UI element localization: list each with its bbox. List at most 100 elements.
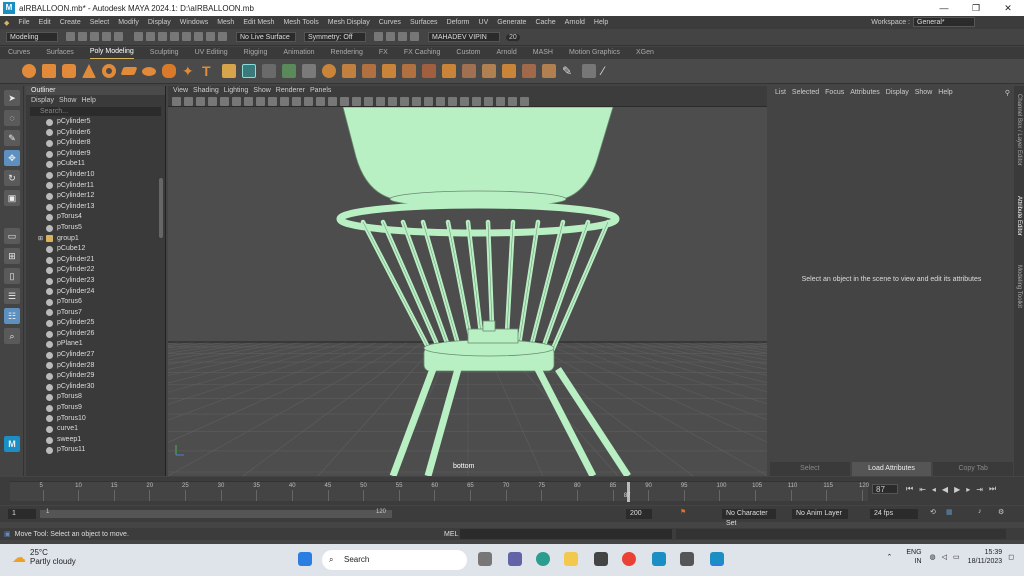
shelf-tab-poly-modeling[interactable]: Poly Modeling: [89, 46, 134, 60]
lasso-tool-icon[interactable]: ◌: [4, 110, 20, 126]
outliner-item[interactable]: pTorus6: [26, 297, 165, 308]
menu-mesh-tools[interactable]: Mesh Tools: [283, 19, 318, 26]
attr-menu-attributes[interactable]: Attributes: [850, 86, 880, 100]
render-settings-icon[interactable]: [398, 31, 407, 41]
shelf-fill-hole-icon[interactable]: [422, 64, 436, 78]
gamma-icon[interactable]: [508, 96, 517, 106]
menu-uv[interactable]: UV: [479, 19, 489, 26]
select-component-icon[interactable]: [158, 31, 167, 41]
outliner-item[interactable]: pCylinder23: [26, 276, 165, 287]
outliner-item[interactable]: ⊞ group1: [26, 234, 165, 245]
outliner-item[interactable]: pCube12: [26, 244, 165, 255]
language-indicator[interactable]: ENG IN: [906, 548, 921, 566]
shelf-cone-icon[interactable]: [82, 64, 96, 78]
play-backwards-icon[interactable]: ◀: [942, 485, 948, 494]
shadows-icon[interactable]: [376, 96, 385, 106]
grid-icon[interactable]: [220, 96, 229, 106]
outliner-layout-icon[interactable]: ☰: [4, 288, 20, 304]
fps-dropdown[interactable]: 24 fps: [870, 509, 918, 519]
edge-icon[interactable]: [536, 552, 550, 566]
select-button[interactable]: Select: [770, 462, 850, 476]
shelf-bridge-icon[interactable]: [402, 64, 416, 78]
field-chart-icon[interactable]: [268, 96, 277, 106]
viewport-menu-view[interactable]: View: [173, 86, 188, 96]
balloon-mesh[interactable]: [342, 107, 614, 208]
outliner-item[interactable]: pCylinder25: [26, 318, 165, 329]
paint-select-tool-icon[interactable]: ✎: [4, 130, 20, 146]
smooth-shade-icon[interactable]: [316, 96, 325, 106]
shelf-uv-icon[interactable]: [242, 64, 256, 78]
workspace-dropdown[interactable]: General*: [913, 17, 975, 27]
safe-action-icon[interactable]: [280, 96, 289, 106]
menu-arnold[interactable]: Arnold: [565, 19, 585, 26]
outliner-search-input[interactable]: Search...: [30, 107, 161, 116]
outliner-item[interactable]: pCylinder11: [26, 181, 165, 192]
pin-icon[interactable]: ⚲: [1005, 89, 1010, 97]
outliner-item[interactable]: pCylinder24: [26, 287, 165, 298]
single-perspective-layout-icon[interactable]: ▭: [4, 228, 20, 244]
character-set-dropdown[interactable]: No Character Set: [722, 509, 776, 527]
depth-of-field-icon[interactable]: [424, 96, 433, 106]
key-settings-icon[interactable]: ▦: [946, 508, 953, 516]
attr-menu-selected[interactable]: Selected: [792, 86, 819, 100]
tab-channel-box[interactable]: Channel Box / Layer Editor: [1016, 94, 1022, 166]
shelf-tab-motion-graphics[interactable]: Motion Graphics: [569, 47, 620, 59]
basket-ring-top[interactable]: [336, 201, 620, 237]
shelf-pencil-icon[interactable]: ✎: [562, 64, 576, 78]
select-hierarchy-icon[interactable]: [134, 31, 143, 41]
menu-select[interactable]: Select: [90, 19, 109, 26]
load-attributes-button[interactable]: Load Attributes: [851, 462, 932, 476]
file-explorer-icon[interactable]: [564, 552, 578, 566]
shelf-brush-icon[interactable]: ⁄: [602, 64, 616, 78]
viewport-menu-shading[interactable]: Shading: [193, 86, 219, 96]
menu-create[interactable]: Create: [60, 19, 81, 26]
shelf-mirror-icon[interactable]: [342, 64, 356, 78]
menu-cache[interactable]: Cache: [535, 19, 555, 26]
outliner-item[interactable]: pCylinder22: [26, 265, 165, 276]
snap-curve-icon[interactable]: [182, 31, 191, 41]
outliner-item[interactable]: pCylinder26: [26, 329, 165, 340]
tab-modeling-toolkit[interactable]: Modeling Toolkit: [1016, 265, 1022, 308]
outliner-item[interactable]: pTorus7: [26, 308, 165, 319]
xray-icon[interactable]: [448, 96, 457, 106]
default-material-icon[interactable]: [328, 96, 337, 106]
calculator-icon[interactable]: [680, 552, 694, 566]
menu-mesh-display[interactable]: Mesh Display: [328, 19, 370, 26]
user-account-dropdown[interactable]: MAHADEV VIPIN: [428, 32, 500, 42]
color-management-icon[interactable]: [484, 96, 493, 106]
shelf-svg-icon[interactable]: [222, 64, 236, 78]
shelf-tab-fx[interactable]: FX: [379, 47, 388, 59]
menu-edit-mesh[interactable]: Edit Mesh: [243, 19, 274, 26]
outliner-item[interactable]: pCube11: [26, 159, 165, 170]
snap-point-icon[interactable]: [194, 31, 203, 41]
play-forwards-icon[interactable]: ▶: [954, 485, 960, 494]
battery-icon[interactable]: ▭: [953, 553, 960, 561]
leg[interactable]: [424, 368, 462, 476]
outliner-item[interactable]: pTorus5: [26, 223, 165, 234]
shelf-sphere-icon[interactable]: [22, 64, 36, 78]
viewport-canvas[interactable]: bottom: [168, 107, 767, 476]
anti-aliasing-icon[interactable]: [412, 96, 421, 106]
mode-dropdown[interactable]: Modeling: [6, 32, 58, 42]
ipr-render-icon[interactable]: [386, 31, 395, 41]
shelf-extrude-icon[interactable]: [362, 64, 376, 78]
outliner-scrollbar[interactable]: [159, 178, 163, 238]
mail-icon[interactable]: [652, 552, 666, 566]
xray-active-icon[interactable]: [472, 96, 481, 106]
shelf-tab-sculpting[interactable]: Sculpting: [150, 47, 179, 59]
step-back-frame-icon[interactable]: ◂: [932, 485, 936, 494]
prefs-icon[interactable]: ⚙: [998, 508, 1004, 516]
shelf-tab-xgen[interactable]: XGen: [636, 47, 654, 59]
four-view-layout-icon[interactable]: ⊞: [4, 248, 20, 264]
render-icon[interactable]: [374, 31, 383, 41]
teams-icon[interactable]: [508, 552, 522, 566]
outliner-item[interactable]: curve1: [26, 424, 165, 435]
resolution-gate-icon[interactable]: [244, 96, 253, 106]
scale-tool-icon[interactable]: ▣: [4, 190, 20, 206]
clock[interactable]: 15:39 18/11/2023: [968, 548, 1003, 566]
shelf-connect-icon[interactable]: [482, 64, 496, 78]
shelf-quad-draw-icon[interactable]: [502, 64, 516, 78]
shelf-plane-icon[interactable]: [120, 67, 138, 75]
minimize-button[interactable]: —: [928, 0, 960, 16]
anim-layer-dropdown[interactable]: No Anim Layer: [792, 509, 848, 519]
